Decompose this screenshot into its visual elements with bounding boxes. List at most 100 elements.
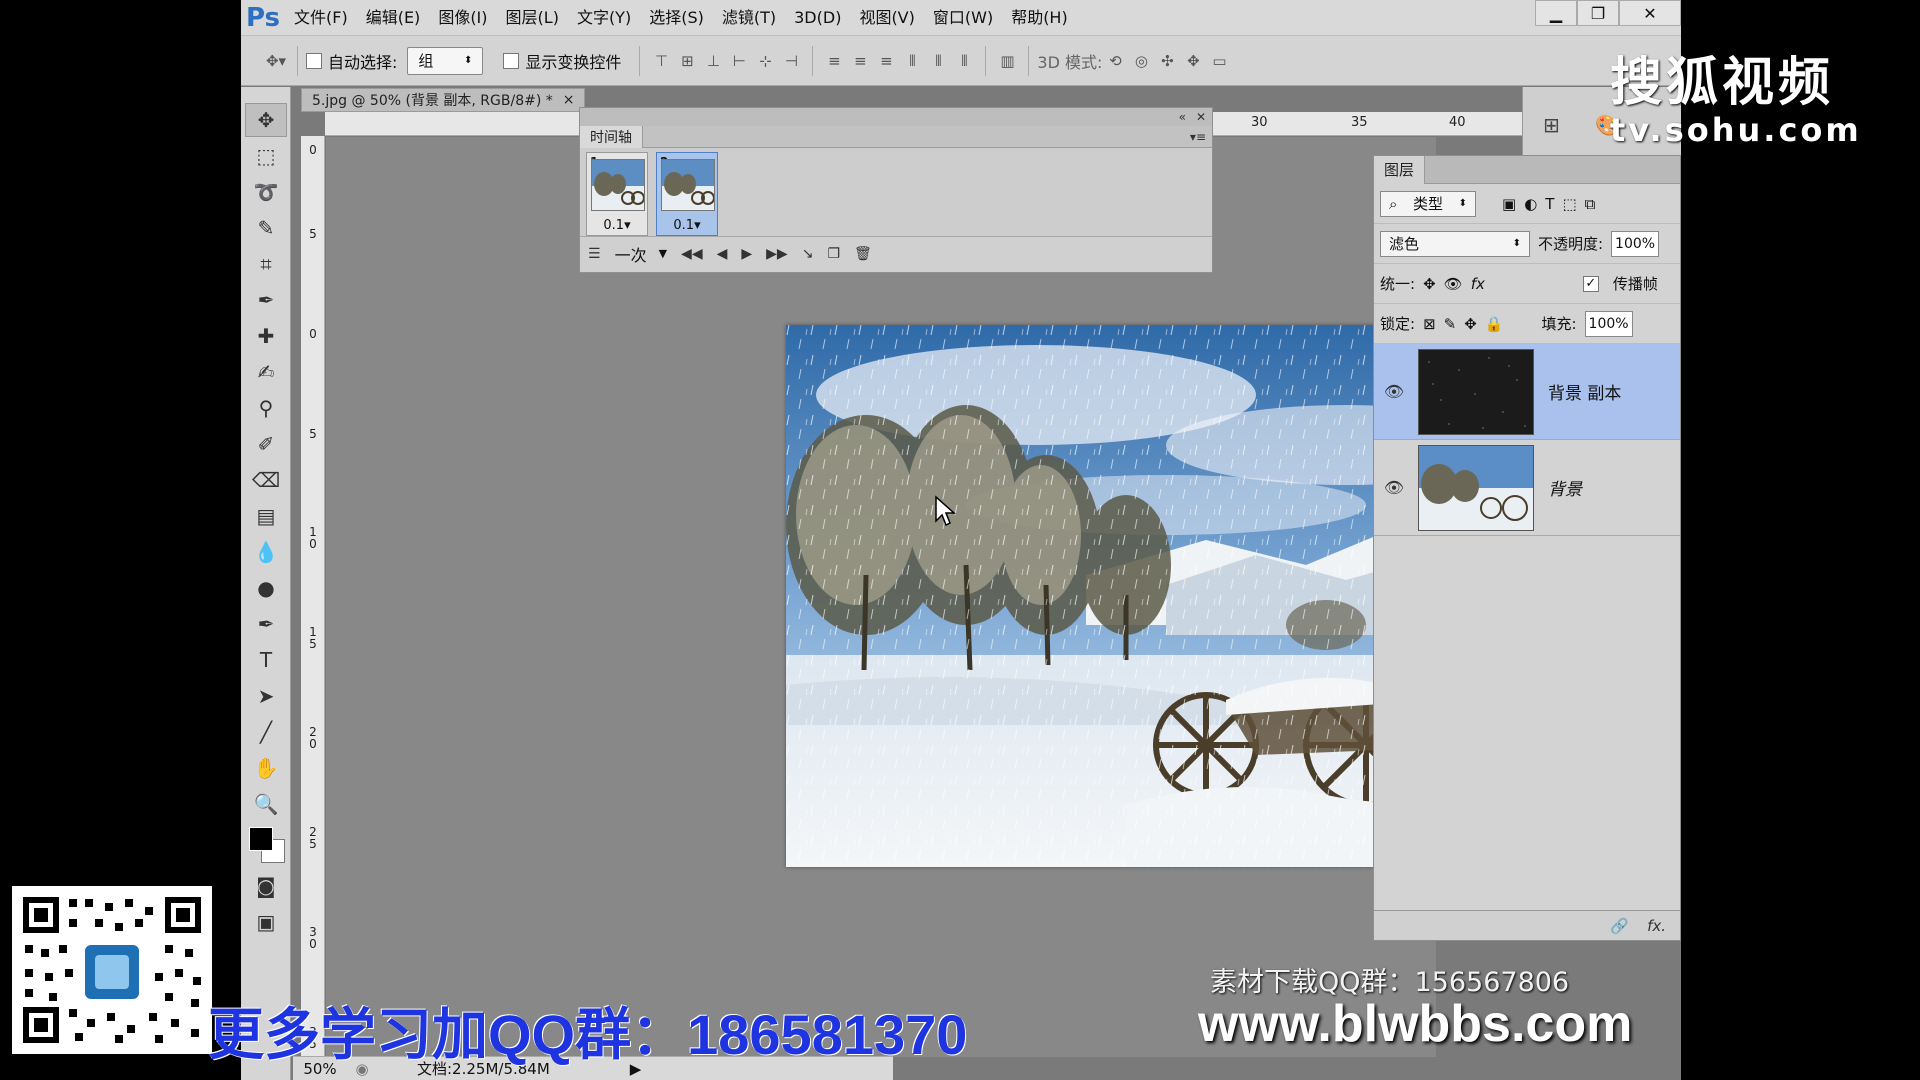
distribute-right-icon[interactable]: ⦀	[951, 48, 977, 74]
menu-layer[interactable]: 图层(L)	[497, 0, 568, 36]
close-button[interactable]: ✕	[1619, 0, 1681, 26]
auto-align-icon[interactable]: ▥	[994, 48, 1020, 74]
next-frame-icon[interactable]: ▶▶	[766, 246, 788, 262]
show-transform-checkbox[interactable]	[503, 52, 520, 69]
layer-name[interactable]: 背景 副本	[1548, 379, 1621, 404]
align-hcenter-icon[interactable]: ⊹	[752, 48, 778, 74]
align-left-icon[interactable]: ⊢	[726, 48, 752, 74]
line-tool-icon[interactable]: ╱	[245, 715, 287, 749]
history-brush-tool-icon[interactable]: ✐	[245, 427, 287, 461]
distribute-left-icon[interactable]: ⦀	[899, 48, 925, 74]
lasso-tool-icon[interactable]: ➰	[245, 175, 287, 209]
move-tool-preset-icon[interactable]: ✥▾	[263, 48, 289, 74]
filter-type-dropdown[interactable]: ⌕ 类型 ⬍	[1380, 190, 1476, 217]
healing-brush-tool-icon[interactable]: ✚	[245, 319, 287, 353]
close-tab-icon[interactable]: ×	[563, 92, 575, 108]
link-layers-icon[interactable]: 🔗	[1610, 917, 1629, 935]
path-select-tool-icon[interactable]: ➤	[245, 679, 287, 713]
3d-rotate-icon[interactable]: ⟲	[1102, 48, 1128, 74]
frame-2[interactable]: 2 0.1▾	[656, 152, 718, 236]
brush-tool-icon[interactable]: ✍	[245, 355, 287, 389]
eyedropper-tool-icon[interactable]: ✒	[245, 283, 287, 317]
menu-filter[interactable]: 滤镜(T)	[713, 0, 785, 36]
3d-pan-icon[interactable]: ✣	[1154, 48, 1180, 74]
align-bottom-icon[interactable]: ⊥	[700, 48, 726, 74]
duplicate-frame-icon[interactable]: ❐	[827, 246, 840, 262]
play-icon[interactable]: ▶	[741, 246, 752, 262]
distribute-top-icon[interactable]: ≡	[821, 48, 847, 74]
gradient-tool-icon[interactable]: ▤	[245, 499, 287, 533]
lock-transparent-icon[interactable]: ⊠	[1423, 315, 1436, 333]
lock-position-icon[interactable]: ✥	[1464, 315, 1477, 333]
tween-icon[interactable]: ↘	[802, 246, 814, 262]
type-filter-icon[interactable]: T	[1545, 195, 1554, 213]
frame-delay[interactable]: 0.1▾	[587, 218, 647, 233]
auto-select-dropdown[interactable]: 组 ⬍	[407, 46, 484, 75]
unify-style-icon[interactable]: fx	[1471, 275, 1485, 293]
delete-frame-icon[interactable]: 🗑	[854, 246, 872, 262]
layer-row[interactable]: 👁 背景 副本	[1374, 344, 1680, 440]
convert-timeline-icon[interactable]: ☰	[588, 246, 601, 262]
menu-type[interactable]: 文字(Y)	[568, 0, 640, 36]
adjustment-filter-icon[interactable]: ◐	[1524, 195, 1537, 213]
menu-select[interactable]: 选择(S)	[640, 0, 713, 36]
previous-frame-icon[interactable]: ◀	[717, 246, 728, 262]
menu-view[interactable]: 视图(V)	[850, 0, 923, 36]
menu-help[interactable]: 帮助(H)	[1002, 0, 1077, 36]
menu-image[interactable]: 图像(I)	[429, 0, 496, 36]
restore-button[interactable]: ❐	[1577, 0, 1619, 26]
zoom-tool-icon[interactable]: 🔍	[245, 787, 287, 821]
menu-edit[interactable]: 编辑(E)	[357, 0, 430, 36]
frame-delay[interactable]: 0.1▾	[657, 218, 717, 233]
type-tool-icon[interactable]: T	[245, 643, 287, 677]
move-tool-icon[interactable]: ✥	[245, 103, 287, 137]
visibility-eye-icon[interactable]: 👁	[1374, 382, 1414, 401]
layers-tab[interactable]: 图层	[1374, 155, 1426, 184]
foreground-color[interactable]	[249, 827, 273, 851]
layer-row[interactable]: 👁 背景	[1374, 440, 1680, 536]
hand-tool-icon[interactable]: ✋	[245, 751, 287, 785]
unify-visibility-icon[interactable]: 👁	[1444, 275, 1463, 293]
opacity-input[interactable]: 100%	[1611, 230, 1660, 257]
align-top-icon[interactable]: ⊤	[648, 48, 674, 74]
blur-tool-icon[interactable]: 💧	[245, 535, 287, 569]
collapse-icon[interactable]: «	[1179, 110, 1186, 124]
dodge-tool-icon[interactable]: ●	[245, 571, 287, 605]
properties-icon[interactable]: ⊞	[1543, 113, 1560, 137]
menu-window[interactable]: 窗口(W)	[924, 0, 1002, 36]
align-vcenter-icon[interactable]: ⊞	[674, 48, 700, 74]
color-swatches[interactable]	[245, 825, 287, 865]
3d-scale-icon[interactable]: ▭	[1206, 48, 1232, 74]
align-right-icon[interactable]: ⊣	[778, 48, 804, 74]
clone-stamp-tool-icon[interactable]: ⚲	[245, 391, 287, 425]
quick-select-tool-icon[interactable]: ✎	[245, 211, 287, 245]
distribute-vcenter-icon[interactable]: ≡	[847, 48, 873, 74]
3d-roll-icon[interactable]: ◎	[1128, 48, 1154, 74]
minimize-button[interactable]: ▁	[1535, 0, 1577, 26]
quick-mask-icon[interactable]: ◙	[245, 869, 287, 903]
shape-filter-icon[interactable]: ⬚	[1562, 195, 1576, 213]
document-tab[interactable]: 5.jpg @ 50% (背景 副本, RGB/8#) * ×	[301, 88, 586, 112]
unify-position-icon[interactable]: ✥	[1423, 275, 1436, 293]
crop-tool-icon[interactable]: ⌗	[245, 247, 287, 281]
distribute-hcenter-icon[interactable]: ⦀	[925, 48, 951, 74]
visibility-eye-icon[interactable]: 👁	[1374, 478, 1414, 497]
auto-select-checkbox[interactable]	[306, 52, 322, 69]
lock-all-icon[interactable]: 🔒	[1485, 315, 1504, 333]
fill-input[interactable]: 100%	[1584, 310, 1633, 337]
layer-name[interactable]: 背景	[1548, 475, 1582, 500]
pixel-filter-icon[interactable]: ▣	[1502, 195, 1516, 213]
layer-style-icon[interactable]: fx.	[1647, 917, 1666, 935]
propagate-frame-checkbox[interactable]	[1582, 275, 1599, 292]
blend-mode-dropdown[interactable]: 滤色 ⬍	[1380, 230, 1530, 257]
smart-object-filter-icon[interactable]: ⧉	[1585, 195, 1596, 213]
menu-file[interactable]: 文件(F)	[285, 0, 357, 36]
loop-options-dropdown[interactable]: 一次 ▼	[615, 242, 667, 266]
marquee-tool-icon[interactable]: ⬚	[245, 139, 287, 173]
frame-1[interactable]: 1 0.1▾	[586, 152, 648, 236]
panel-menu-icon[interactable]: ▾≡	[1190, 130, 1206, 144]
menu-3d[interactable]: 3D(D)	[785, 0, 850, 36]
first-frame-icon[interactable]: ◀◀	[681, 246, 703, 262]
lock-image-icon[interactable]: ✎	[1444, 315, 1457, 333]
screen-mode-icon[interactable]: ▣	[245, 905, 287, 939]
